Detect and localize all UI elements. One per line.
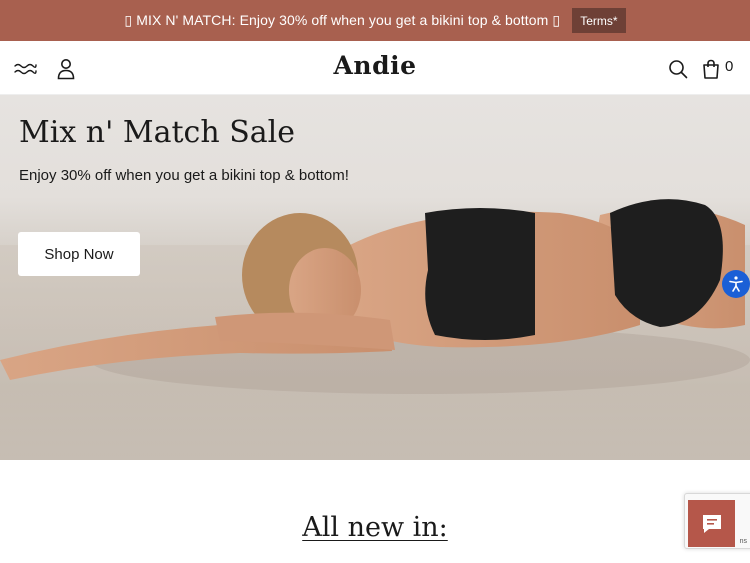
cart-bag-icon[interactable] [699,56,723,82]
hero-subtitle: Enjoy 30% off when you get a bikini top … [19,167,349,184]
site-header: Andie 0 [0,41,750,95]
recaptcha-text: ns [739,538,747,545]
chat-icon[interactable] [688,500,735,547]
promo-text: ▯ MIX N' MATCH: Enjoy 30% off when you g… [124,12,561,28]
hero-banner: Mix n' Match Sale Enjoy 30% off when you… [0,95,750,460]
cart-count[interactable]: 0 [725,58,733,75]
shop-now-button[interactable]: Shop Now [18,232,140,276]
search-icon[interactable] [666,57,690,81]
accessibility-icon[interactable] [722,270,750,298]
section-title-text: All new in: [302,512,448,543]
hero-title: Mix n' Match Sale [19,115,295,150]
section-title: All new in: [0,512,750,543]
terms-button[interactable]: Terms* [572,8,626,33]
brand-logo[interactable]: Andie [0,51,750,80]
promo-banner: ▯ MIX N' MATCH: Enjoy 30% off when you g… [0,0,750,41]
